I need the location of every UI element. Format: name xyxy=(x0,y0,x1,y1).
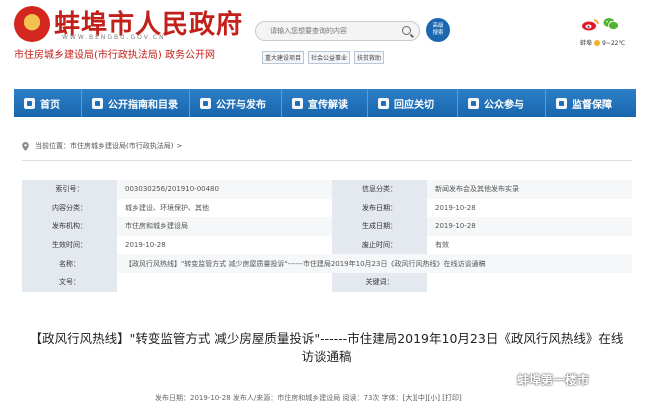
main-nav: 首页 公开指南和目录 公开与发布 宣传解读 回应关切 公众参与 监督保障 xyxy=(14,89,636,117)
table-row: 发布机构： 市住房和城乡建设局 生成日期： 2019-10-28 xyxy=(22,217,632,236)
nav-response-label: 回应关切 xyxy=(394,99,434,111)
table-row: 文号： 关键词： xyxy=(22,272,632,292)
name-label: 名称： xyxy=(22,254,117,273)
site-subtitle[interactable]: 市住房城乡建设局(市行政执法局) 政务公开网 xyxy=(14,46,215,61)
gen-date-value: 2019-10-28 xyxy=(427,217,632,236)
search-icon[interactable] xyxy=(402,26,411,35)
nav-participation[interactable]: 公众参与 xyxy=(458,89,546,117)
home-icon xyxy=(24,97,35,109)
article-title: 【政风行风热线】"转变监管方式 减少房屋质量投诉"------市住建局2019年… xyxy=(29,331,624,364)
book-icon xyxy=(92,97,103,109)
print-link[interactable]: [打印] xyxy=(442,394,461,402)
advanced-search-button[interactable]: 高级 搜索 xyxy=(426,18,450,42)
advanced-search-label-1: 高级 xyxy=(432,23,444,29)
document-icon xyxy=(200,97,211,109)
weather-temp: 9~22℃ xyxy=(602,40,626,47)
nav-participation-label: 公众参与 xyxy=(484,99,524,111)
index-label: 索引号： xyxy=(22,180,117,199)
font-size-large[interactable]: [大] xyxy=(403,394,415,402)
nav-guide-catalog[interactable]: 公开指南和目录 xyxy=(82,89,190,117)
breadcrumb-separator: > xyxy=(176,142,183,150)
weather-city: 蚌埠 xyxy=(580,40,593,47)
table-row: 内容分类： 城乡建设、环境保护、其他 发布日期： 2019-10-28 xyxy=(22,198,632,218)
name-value: 【政风行风热线】"转变监管方式 减少房屋质量投诉"------市住建局2019年… xyxy=(117,254,632,273)
keyword-label: 关键词： xyxy=(332,272,427,292)
quick-links: 重大建设项目 社会公益事业 扶贫救助 xyxy=(262,51,385,64)
advanced-search-label-2: 搜索 xyxy=(432,30,444,36)
pub-date-label: 发布日期： xyxy=(332,198,427,218)
quick-link-poverty-relief[interactable]: 扶贫救助 xyxy=(354,51,385,64)
people-icon xyxy=(468,97,479,109)
site-header: 蚌埠市人民政府 WWW.BENGBU.GOV.CN 市住房城乡建设局(市行政执法… xyxy=(0,0,650,70)
megaphone-icon xyxy=(292,97,303,109)
nav-supervision-label: 监督保障 xyxy=(572,99,612,111)
org-label: 发布机构： xyxy=(22,217,117,236)
search-input[interactable] xyxy=(256,22,394,40)
font-size-small[interactable]: [小] xyxy=(428,394,440,402)
government-emblem-icon xyxy=(14,6,50,42)
weather-widget: 蚌埠 9~22℃ xyxy=(580,38,625,47)
eff-date-label: 生效时间： xyxy=(22,235,117,255)
location-pin-icon xyxy=(22,141,29,151)
metadata-table: 索引号： 003030256/201910-00480 信息分类： 新闻发布会及… xyxy=(22,180,632,292)
breadcrumb: 当前位置： 市住房城乡建设局(市行政执法局) > xyxy=(22,141,185,151)
nav-response[interactable]: 回应关切 xyxy=(368,89,458,117)
nav-supervision[interactable]: 监督保障 xyxy=(546,89,636,117)
nav-guide-catalog-label: 公开指南和目录 xyxy=(108,99,178,111)
breadcrumb-current[interactable]: 市住房城乡建设局(市行政执法局) xyxy=(70,141,173,151)
docno-value xyxy=(117,272,332,292)
shield-icon xyxy=(556,97,567,109)
nav-home[interactable]: 首页 xyxy=(14,89,82,117)
gen-date-label: 生成日期： xyxy=(332,217,427,236)
site-url: WWW.BENGBU.GOV.CN xyxy=(62,34,166,41)
watermark-text: 蚌埠第一楼市 xyxy=(517,373,590,387)
nav-publish-label: 公开与发布 xyxy=(216,99,266,111)
org-value: 市住房和城乡建设局 xyxy=(117,217,332,236)
article-info: 发布日期：2019-10-28 发布人/来源：市住房和城乡建设局 阅读：73次 … xyxy=(155,393,462,403)
nav-interpretation[interactable]: 宣传解读 xyxy=(282,89,368,117)
pub-date-value: 2019-10-28 xyxy=(427,198,632,218)
sunny-icon xyxy=(594,40,601,46)
weibo-icon[interactable] xyxy=(581,19,599,31)
font-size-medium[interactable]: [中] xyxy=(415,394,427,402)
abolish-value: 有效 xyxy=(427,235,632,255)
category-value: 新闻发布会及其他发布实录 xyxy=(427,180,632,199)
reply-icon xyxy=(378,97,389,109)
keyword-value xyxy=(427,272,632,292)
class-label: 内容分类： xyxy=(22,198,117,218)
wechat-icon[interactable] xyxy=(603,17,619,31)
docno-label: 文号： xyxy=(22,272,117,292)
table-row: 索引号： 003030256/201910-00480 信息分类： 新闻发布会及… xyxy=(22,180,632,199)
nav-publish[interactable]: 公开与发布 xyxy=(190,89,282,117)
table-row: 名称： 【政风行风热线】"转变监管方式 减少房屋质量投诉"------市住建局2… xyxy=(22,254,632,273)
nav-interpretation-label: 宣传解读 xyxy=(308,99,348,111)
index-value: 003030256/201910-00480 xyxy=(117,180,332,199)
category-label: 信息分类： xyxy=(332,180,427,199)
nav-home-label: 首页 xyxy=(40,99,60,111)
eff-date-value: 2019-10-28 xyxy=(117,235,332,255)
article-info-text: 发布日期：2019-10-28 发布人/来源：市住房和城乡建设局 阅读：73次 … xyxy=(155,394,403,402)
wechat-icon xyxy=(497,373,513,386)
abolish-label: 废止时间： xyxy=(332,235,427,255)
class-value: 城乡建设、环境保护、其他 xyxy=(117,198,332,218)
wechat-watermark: 蚌埠第一楼市 xyxy=(497,371,589,388)
quick-link-major-projects[interactable]: 重大建设项目 xyxy=(262,51,305,64)
table-row: 生效时间： 2019-10-28 废止时间： 有效 xyxy=(22,235,632,255)
divider xyxy=(22,160,632,161)
breadcrumb-prefix: 当前位置： xyxy=(35,142,70,150)
search-box xyxy=(255,21,420,41)
quick-link-public-welfare[interactable]: 社会公益事业 xyxy=(308,51,351,64)
